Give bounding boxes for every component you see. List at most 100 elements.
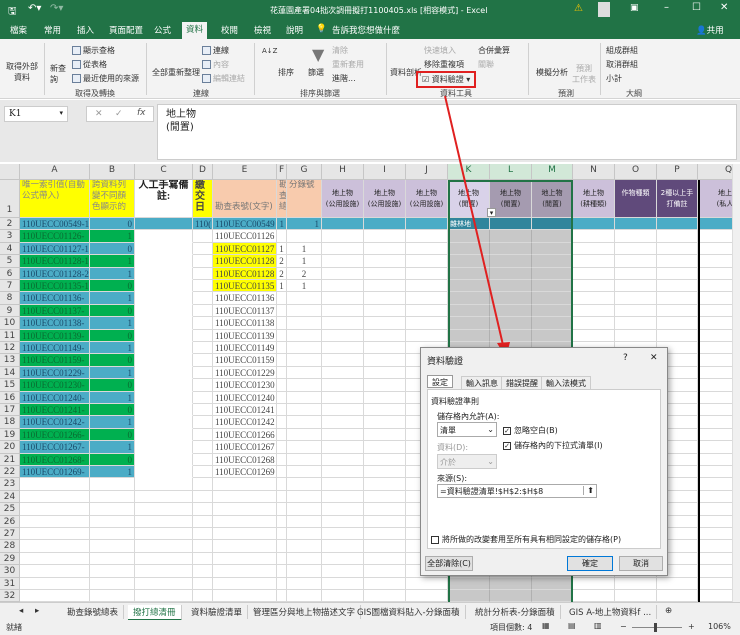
cell-E4[interactable]: 110UECC01127	[213, 242, 277, 256]
cell-Q26[interactable]	[698, 516, 732, 528]
cell-D31[interactable]	[193, 577, 213, 590]
cell-M9[interactable]	[532, 304, 573, 318]
cell-I19[interactable]	[364, 428, 406, 442]
cell-L32[interactable]	[490, 590, 532, 602]
enter-icon[interactable]: ✓	[115, 109, 123, 119]
cell-M31[interactable]	[532, 577, 573, 590]
vertical-scrollbar[interactable]	[732, 164, 740, 602]
cell-F20[interactable]	[277, 441, 287, 454]
tab-view[interactable]: 檢視	[250, 23, 275, 37]
cell-B24[interactable]	[90, 490, 135, 504]
cell-C23[interactable]	[135, 478, 193, 491]
cell-D6[interactable]	[193, 267, 213, 280]
row-header[interactable]: 20	[0, 441, 20, 454]
cell-Q20[interactable]	[698, 441, 732, 454]
cell-D12[interactable]	[193, 342, 213, 355]
row-header[interactable]: 25	[0, 503, 20, 516]
row-header[interactable]: 19	[0, 428, 20, 442]
cell-A24[interactable]	[20, 490, 90, 504]
cell-O31[interactable]	[615, 577, 657, 590]
cell-A2[interactable]: 110UECC00549-1	[20, 218, 90, 231]
cell-D8[interactable]	[193, 292, 213, 305]
cell-D18[interactable]	[193, 416, 213, 429]
row-header[interactable]: 15	[0, 379, 20, 392]
cell-Q4[interactable]	[698, 243, 732, 256]
cell-A13[interactable]: 110UECC01159-	[20, 354, 90, 367]
cell-G29[interactable]	[287, 552, 322, 566]
cell-B17[interactable]: 0	[90, 404, 135, 417]
cell-G2[interactable]: 1	[287, 218, 322, 231]
cell-B8[interactable]: 1	[90, 292, 135, 305]
header-cell-D[interactable]: 繳交日	[193, 180, 213, 218]
cell-I28[interactable]	[364, 540, 406, 553]
cell-A14[interactable]: 110UECC01229-	[20, 366, 90, 380]
cell-C16[interactable]	[135, 391, 193, 404]
advanced-button[interactable]: 進階...	[332, 73, 356, 84]
cell-H10[interactable]	[322, 317, 364, 330]
get-external-data-button[interactable]: 取得外部 資料	[6, 61, 38, 83]
cell-Q15[interactable]	[698, 379, 732, 392]
sheet-tab[interactable]: GIS A-地上物資料f ...	[564, 605, 658, 619]
cell-C11[interactable]	[135, 329, 193, 342]
cell-E15[interactable]: 110UECC01230	[213, 379, 277, 392]
cell-H8[interactable]	[322, 292, 364, 305]
row-header[interactable]: 3	[0, 230, 20, 243]
cell-K9[interactable]	[448, 304, 490, 318]
cell-Q14[interactable]	[698, 367, 732, 380]
cell-G5[interactable]: 1	[287, 255, 322, 268]
cell-D14[interactable]	[193, 366, 213, 380]
cell-D11[interactable]	[193, 329, 213, 342]
header-cell-M[interactable]: 地上物 (閒置)	[532, 180, 573, 218]
cell-B7[interactable]: 0	[90, 280, 135, 293]
cell-I26[interactable]	[364, 515, 406, 528]
cell-C29[interactable]	[135, 552, 193, 566]
cell-D3[interactable]	[193, 230, 213, 243]
sheet-tab[interactable]: 統計分析表-分錄面積	[470, 605, 561, 619]
cell-B4[interactable]: 0	[90, 242, 135, 256]
cell-E27[interactable]	[213, 528, 277, 541]
cell-K31[interactable]	[448, 577, 490, 590]
cell-J3[interactable]	[406, 230, 448, 243]
cell-J2[interactable]	[406, 218, 448, 231]
cell-B13[interactable]: 0	[90, 354, 135, 367]
cell-H7[interactable]	[322, 280, 364, 293]
cell-G14[interactable]	[287, 366, 322, 380]
row-header[interactable]: 1	[0, 180, 20, 218]
column-header-G[interactable]: G	[287, 164, 322, 180]
cell-G30[interactable]	[287, 565, 322, 578]
cell-O11[interactable]	[615, 329, 657, 342]
cell-H31[interactable]	[322, 577, 364, 590]
cell-B23[interactable]	[90, 478, 135, 491]
cell-I17[interactable]	[364, 404, 406, 417]
cell-C22[interactable]	[135, 466, 193, 479]
cell-G31[interactable]	[287, 577, 322, 590]
cell-D25[interactable]	[193, 503, 213, 516]
cell-C4[interactable]	[135, 242, 193, 256]
cell-L31[interactable]	[490, 577, 532, 590]
column-header-E[interactable]: E	[213, 164, 277, 180]
cell-D13[interactable]	[193, 354, 213, 367]
sheet-tab[interactable]: 管理區分與地上物描述文字	[248, 605, 362, 619]
cell-Q5[interactable]	[698, 255, 732, 268]
cell-J7[interactable]	[406, 280, 448, 293]
new-query-button[interactable]: 新查 詢	[50, 63, 66, 85]
minimize-icon[interactable]: –	[664, 2, 669, 13]
tab-insert[interactable]: 插入	[73, 23, 98, 37]
cell-O4[interactable]	[615, 242, 657, 256]
header-cell-E[interactable]: 勘查表號(文字)	[213, 180, 277, 218]
column-header-L[interactable]: L	[490, 164, 532, 180]
cell-I24[interactable]	[364, 490, 406, 504]
cell-F30[interactable]	[277, 565, 287, 578]
cell-L4[interactable]	[490, 242, 532, 256]
cell-M10[interactable]	[532, 317, 573, 330]
select-all-corner[interactable]	[0, 164, 20, 180]
sheet-tab-active[interactable]: 撥打總清冊	[128, 605, 182, 621]
cell-Q28[interactable]	[698, 540, 732, 553]
page-break-view-icon[interactable]: ▥	[594, 621, 602, 630]
cell-P3[interactable]	[657, 230, 698, 243]
cell-I6[interactable]	[364, 267, 406, 280]
cell-B25[interactable]	[90, 503, 135, 516]
cell-D4[interactable]	[193, 242, 213, 256]
cell-A19[interactable]: 110UECC01266-	[20, 428, 90, 442]
cell-I13[interactable]	[364, 354, 406, 367]
